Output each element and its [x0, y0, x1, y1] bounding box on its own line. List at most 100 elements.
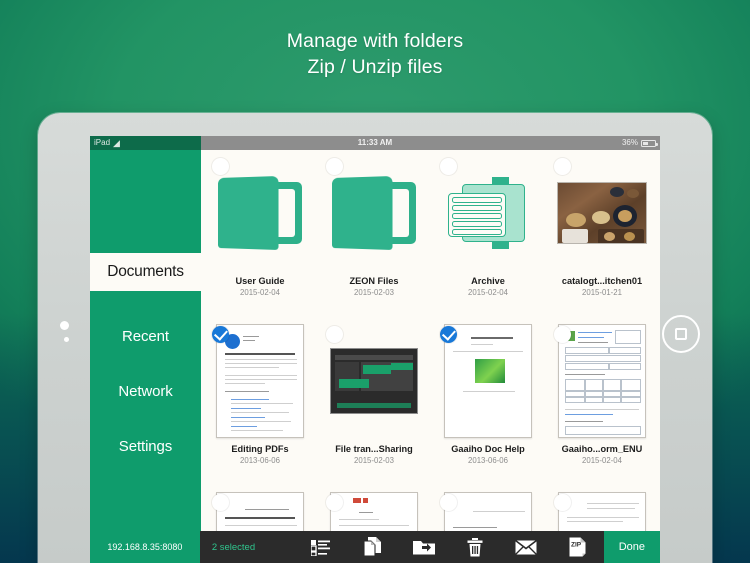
select-list-button[interactable]	[295, 531, 346, 563]
selection-checkbox-checked[interactable]	[440, 326, 457, 343]
selection-checkbox[interactable]	[326, 158, 343, 175]
file-grid: User Guide 2015-02-04 ZEON Files 2015-02…	[201, 150, 660, 531]
front-camera-icon	[60, 321, 69, 330]
status-bar-left: iPad ◢	[90, 136, 201, 150]
file-thumbnail[interactable]	[545, 150, 659, 276]
delete-button[interactable]	[449, 531, 500, 563]
folder-icon	[332, 176, 416, 250]
selection-checkbox[interactable]	[554, 326, 571, 343]
move-to-folder-icon	[412, 540, 435, 554]
file-item[interactable]: Archive 2015-02-04	[431, 150, 545, 318]
file-name: User Guide	[235, 276, 285, 286]
home-button[interactable]	[662, 315, 700, 353]
file-grid-row: Editing PDFs 2013-06-06 File tran...Shar…	[201, 318, 660, 486]
mail-button[interactable]	[501, 531, 552, 563]
trash-icon	[467, 537, 483, 556]
file-name: catalogt...itchen01	[561, 276, 643, 286]
selection-checkbox[interactable]	[326, 494, 343, 511]
file-thumbnail[interactable]	[317, 150, 431, 276]
file-thumbnail[interactable]	[203, 486, 317, 531]
promo-line-2: Zip / Unzip files	[307, 56, 443, 78]
promo-line-1: Manage with folders	[286, 30, 464, 52]
selection-status-label: 2 selected	[211, 541, 256, 553]
document-thumbnail-icon	[444, 492, 532, 531]
file-name: Editing PDFs	[231, 444, 289, 454]
file-name: Gaaiho...orm_ENU	[561, 444, 643, 454]
sidebar-item-recent[interactable]: Recent	[90, 311, 201, 361]
zip-file-icon: ZIP	[569, 537, 586, 557]
home-square-icon	[675, 328, 687, 340]
file-date: 2015-02-04	[240, 288, 280, 297]
folder-icon	[218, 176, 302, 250]
status-bar-right: 36%	[621, 136, 658, 150]
move-button[interactable]	[398, 531, 449, 563]
file-item[interactable]	[545, 486, 659, 531]
sidebar-item-label: Settings	[118, 437, 173, 455]
file-date: 2015-02-03	[354, 288, 394, 297]
selection-checkbox[interactable]	[212, 494, 229, 511]
sensor-dot-icon	[64, 337, 69, 342]
file-item[interactable]: Editing PDFs 2013-06-06	[203, 318, 317, 486]
file-item[interactable]: User Guide 2015-02-04	[203, 150, 317, 318]
file-thumbnail[interactable]	[431, 318, 545, 444]
file-item[interactable]	[317, 486, 431, 531]
status-bar: 11:33 AM iPad ◢ 36%	[90, 136, 660, 150]
sidebar-item-network[interactable]: Network	[90, 366, 201, 416]
file-name: Gaaiho Doc Help	[451, 444, 525, 454]
sidebar-item-settings[interactable]: Settings	[90, 421, 201, 471]
file-item[interactable]: catalogt...itchen01 2015-01-21	[545, 150, 659, 318]
sidebar-item-label: Recent	[122, 327, 169, 345]
document-thumbnail-icon	[216, 492, 304, 531]
file-thumbnail[interactable]	[317, 318, 431, 444]
copy-documents-icon	[363, 537, 381, 557]
copy-button[interactable]	[346, 531, 397, 563]
file-item[interactable]	[203, 486, 317, 531]
done-button[interactable]: Done	[603, 531, 660, 563]
file-name: ZEON Files	[349, 276, 399, 286]
file-thumbnail[interactable]	[317, 486, 431, 531]
zip-button[interactable]: ZIP	[552, 531, 603, 563]
svg-text:ZIP: ZIP	[571, 542, 582, 549]
selection-checkbox[interactable]	[554, 494, 571, 511]
file-date: 2015-01-21	[582, 288, 622, 297]
bottom-toolbar: 192.168.8.35:8080 2 selected ZIP Done	[90, 531, 660, 563]
archive-zip-icon	[448, 177, 528, 249]
slide-thumbnail-icon	[330, 348, 418, 414]
checklist-icon	[311, 539, 331, 556]
status-bar-device-label: iPad	[94, 138, 111, 147]
selection-checkbox[interactable]	[440, 494, 457, 511]
file-date: 2015-02-03	[354, 456, 394, 465]
file-grid-row	[201, 486, 660, 531]
document-thumbnail-icon	[558, 492, 646, 531]
wifi-icon: ◢	[113, 137, 120, 148]
document-thumbnail-icon	[216, 324, 304, 438]
file-item[interactable]: Gaaiho Doc Help 2013-06-06	[431, 318, 545, 486]
file-date: 2013-06-06	[240, 456, 280, 465]
selection-checkbox[interactable]	[554, 158, 571, 175]
file-thumbnail[interactable]	[545, 318, 659, 444]
file-name: Archive	[471, 276, 505, 286]
selection-checkbox[interactable]	[326, 326, 343, 343]
selection-checkbox[interactable]	[440, 158, 457, 175]
file-thumbnail[interactable]	[203, 150, 317, 276]
file-item[interactable]: File tran...Sharing 2015-02-03	[317, 318, 431, 486]
sidebar-item-documents[interactable]: Documents	[90, 253, 201, 291]
document-thumbnail-icon	[330, 492, 418, 531]
file-item[interactable]	[431, 486, 545, 531]
file-thumbnail[interactable]	[545, 486, 659, 531]
file-thumbnail[interactable]	[431, 486, 545, 531]
file-date: 2015-02-04	[468, 288, 508, 297]
form-thumbnail-icon	[558, 324, 646, 438]
file-item[interactable]: Gaaiho...orm_ENU 2015-02-04	[545, 318, 659, 486]
selection-checkbox[interactable]	[212, 158, 229, 175]
envelope-icon	[515, 539, 538, 555]
selection-checkbox-checked[interactable]	[212, 326, 229, 343]
document-thumbnail-icon	[444, 324, 532, 438]
file-thumbnail[interactable]	[203, 318, 317, 444]
file-item[interactable]: ZEON Files 2015-02-03	[317, 150, 431, 318]
file-thumbnail[interactable]	[431, 150, 545, 276]
file-date: 2013-06-06	[468, 456, 508, 465]
sidebar-item-label: Documents	[107, 263, 184, 280]
ipad-device: 11:33 AM iPad ◢ 36% Documents Recent Net…	[38, 113, 712, 563]
battery-percent-label: 36%	[621, 138, 638, 147]
